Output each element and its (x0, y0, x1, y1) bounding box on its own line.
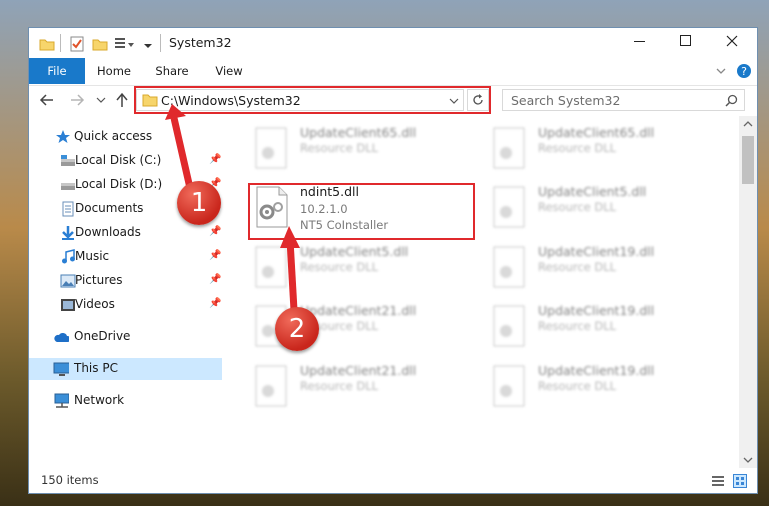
arrow-2-head (280, 226, 300, 248)
arrow-1-head (165, 104, 186, 120)
arrow-1 (170, 117, 194, 189)
arrow-2 (286, 239, 298, 311)
step-badge-1: 1 (177, 181, 221, 225)
step-badge-2: 2 (275, 307, 319, 351)
annotation-arrows (165, 104, 300, 311)
